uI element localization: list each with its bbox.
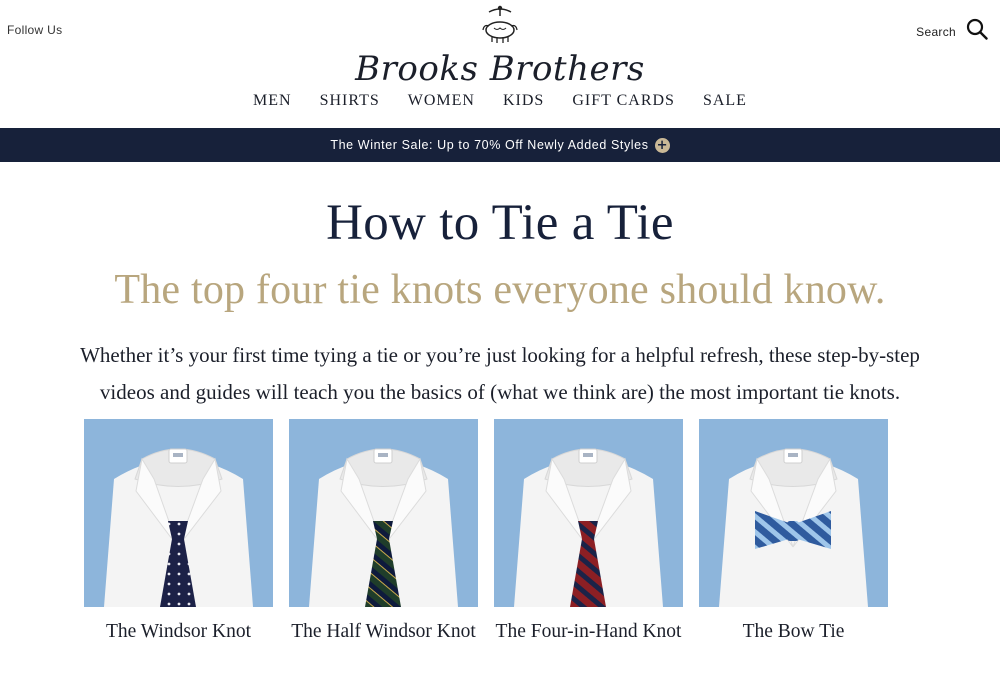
nav-gift-cards[interactable]: GIFT CARDS bbox=[572, 92, 675, 110]
bow-tie-image[interactable] bbox=[699, 419, 888, 607]
intro-line-2: videos and guides will teach you the bas… bbox=[99, 380, 901, 404]
page-title: How to Tie a Tie bbox=[326, 195, 674, 251]
plus-circle-icon[interactable]: + bbox=[654, 137, 670, 153]
shirt-tie-illustration bbox=[494, 419, 683, 607]
shirt-tie-illustration bbox=[699, 419, 888, 607]
shirt-tie-illustration bbox=[84, 419, 273, 607]
intro-line-1: Whether it’s your first time tying a tie… bbox=[80, 343, 920, 367]
golden-fleece-emblem-icon bbox=[482, 5, 518, 43]
nav-sale[interactable]: SALE bbox=[703, 92, 747, 110]
card-title[interactable]: The Windsor Knot bbox=[84, 617, 273, 646]
shirt-tie-illustration bbox=[289, 419, 478, 607]
nav-men[interactable]: MEN bbox=[253, 92, 292, 110]
promo-banner[interactable]: The Winter Sale: Up to 70% Off Newly Add… bbox=[0, 128, 1000, 162]
card-four-in-hand-knot[interactable]: The Four-in-Hand Knot bbox=[494, 419, 683, 646]
card-title[interactable]: The Four-in-Hand Knot bbox=[494, 617, 683, 646]
brand-wordmark: Brooks Brothers bbox=[355, 49, 645, 89]
half-windsor-knot-image[interactable] bbox=[289, 419, 478, 607]
knot-cards: The Windsor Knot The Half Windsor Knot T… bbox=[84, 419, 888, 646]
windsor-knot-image[interactable] bbox=[84, 419, 273, 607]
promo-banner-text: The Winter Sale: Up to 70% Off Newly Add… bbox=[330, 138, 649, 152]
card-windsor-knot[interactable]: The Windsor Knot bbox=[84, 419, 273, 646]
nav-women[interactable]: WOMEN bbox=[408, 92, 475, 110]
card-title[interactable]: The Bow Tie bbox=[699, 617, 888, 646]
four-in-hand-knot-image[interactable] bbox=[494, 419, 683, 607]
page-subtitle: The top four tie knots everyone should k… bbox=[114, 267, 886, 313]
nav-shirts[interactable]: SHIRTS bbox=[320, 92, 380, 110]
brand-logo[interactable]: Brooks Brothers bbox=[0, 4, 1000, 89]
card-half-windsor-knot[interactable]: The Half Windsor Knot bbox=[289, 419, 478, 646]
card-bow-tie[interactable]: The Bow Tie bbox=[699, 419, 888, 646]
nav-kids[interactable]: KIDS bbox=[503, 92, 544, 110]
card-title[interactable]: The Half Windsor Knot bbox=[289, 617, 478, 646]
main-nav: MEN SHIRTS WOMEN KIDS GIFT CARDS SALE bbox=[0, 92, 1000, 110]
intro-text: Whether it’s your first time tying a tie… bbox=[40, 337, 960, 411]
